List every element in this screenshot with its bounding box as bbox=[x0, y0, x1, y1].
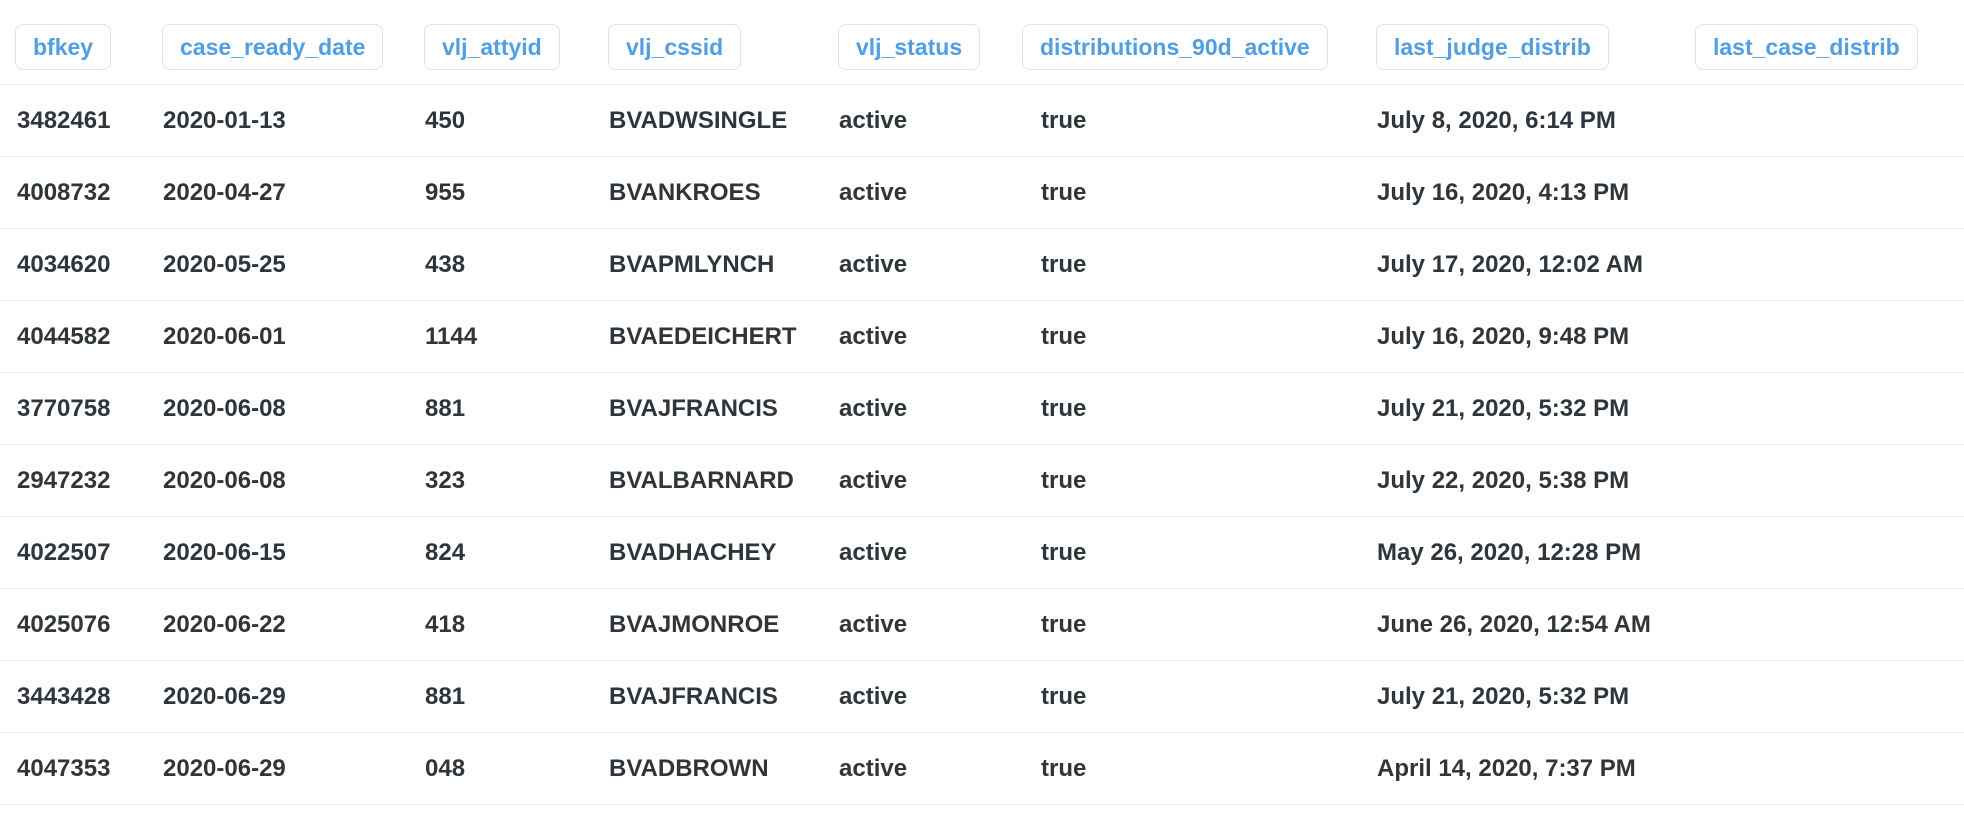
table-cell-case-ready-date: 2020-06-29 bbox=[163, 755, 286, 782]
table-cell-case-ready-date: 2020-06-08 bbox=[163, 467, 286, 494]
table-row[interactable]: 3482461 2020-01-13 450 BVADWSINGLE active tru… bbox=[0, 85, 1964, 157]
table-cell-distributions-90d-active: true bbox=[1041, 683, 1087, 710]
table-row[interactable]: 4025076 2020-06-22 418 BVAJMONROE active true… bbox=[0, 589, 1964, 661]
column-header-last-case-distrib[interactable]: last_case_distrib bbox=[1695, 24, 1918, 70]
table-cell-vlj-attyid: 450 bbox=[425, 107, 466, 134]
table-cell-vlj-status: active bbox=[839, 395, 908, 422]
table-header: bfkey case_ready_date vlj_attyid vlj_css… bbox=[0, 0, 1964, 85]
table-cell-vlj-cssid: BVADWSINGLE bbox=[609, 107, 788, 134]
table-cell-vlj-status: active bbox=[839, 179, 908, 206]
table-cell-vlj-cssid: BVALBARNARD bbox=[609, 467, 794, 494]
table-cell-vlj-attyid: 323 bbox=[425, 467, 466, 494]
table-cell-case-ready-date: 2020-05-25 bbox=[163, 251, 286, 278]
table-cell-vlj-attyid: 824 bbox=[425, 539, 466, 566]
table-cell-case-ready-date: 2020-04-27 bbox=[163, 179, 286, 206]
table-row[interactable]: 3443428 2020-06-29 881 BVAJFRANCIS active tru… bbox=[0, 661, 1964, 733]
table-cell-distributions-90d-active: true bbox=[1041, 755, 1087, 782]
table-cell-vlj-cssid: BVAEDEICHERT bbox=[609, 323, 797, 350]
table-cell-distributions-90d-active: true bbox=[1041, 323, 1087, 350]
table-row[interactable]: 4008732 2020-04-27 955 BVANKROES active true J… bbox=[0, 157, 1964, 229]
table-cell-distributions-90d-active: true bbox=[1041, 539, 1087, 566]
table-row[interactable]: 3770758 2020-06-08 881 BVAJFRANCIS active tru… bbox=[0, 373, 1964, 445]
table-cell-vlj-status: active bbox=[839, 611, 908, 638]
table-body: 3482461 2020-01-13 450 BVADWSINGLE active tru… bbox=[0, 85, 1964, 805]
table-cell-vlj-attyid: 418 bbox=[425, 611, 466, 638]
table-cell-vlj-attyid: 1144 bbox=[425, 323, 478, 350]
table-cell-last-judge-distrib: June 26, 2020, 12:54 AM bbox=[1377, 611, 1651, 638]
table-cell-bfkey: 4008732 bbox=[17, 179, 111, 206]
table-cell-last-judge-distrib: July 8, 2020, 6:14 PM bbox=[1377, 107, 1616, 134]
table-row[interactable]: 4022507 2020-06-15 824 BVADHACHEY active true… bbox=[0, 517, 1964, 589]
table-cell-case-ready-date: 2020-06-29 bbox=[163, 683, 286, 710]
table-cell-vlj-status: active bbox=[839, 755, 908, 782]
table-row[interactable]: 4044582 2020-06-01 1144 BVAEDEICHERT active t… bbox=[0, 301, 1964, 373]
table-cell-bfkey: 4044582 bbox=[17, 323, 111, 350]
table-cell-vlj-cssid: BVAJFRANCIS bbox=[609, 683, 778, 710]
table-cell-bfkey: 4034620 bbox=[17, 251, 111, 278]
table-cell-case-ready-date: 2020-01-13 bbox=[163, 107, 286, 134]
table-cell-vlj-attyid: 048 bbox=[425, 755, 466, 782]
table-cell-vlj-cssid: BVAJFRANCIS bbox=[609, 395, 778, 422]
column-header-vlj-attyid[interactable]: vlj_attyid bbox=[424, 24, 560, 70]
column-header-vlj-status[interactable]: vlj_status bbox=[838, 24, 981, 70]
table-cell-case-ready-date: 2020-06-01 bbox=[163, 323, 286, 350]
table-cell-case-ready-date: 2020-06-22 bbox=[163, 611, 286, 638]
table-cell-vlj-cssid: BVADBROWN bbox=[609, 755, 769, 782]
table-cell-last-judge-distrib: July 16, 2020, 9:48 PM bbox=[1377, 323, 1630, 350]
table-cell-vlj-attyid: 438 bbox=[425, 251, 466, 278]
column-header-vlj-cssid[interactable]: vlj_cssid bbox=[608, 24, 742, 70]
table-cell-last-judge-distrib: July 21, 2020, 5:32 PM bbox=[1377, 683, 1630, 710]
table-cell-bfkey: 2947232 bbox=[17, 467, 111, 494]
table-cell-vlj-attyid: 955 bbox=[425, 179, 466, 206]
column-header-case-ready-date[interactable]: case_ready_date bbox=[162, 24, 384, 70]
table-cell-last-judge-distrib: May 26, 2020, 12:28 PM bbox=[1377, 539, 1642, 566]
table-cell-last-judge-distrib: July 22, 2020, 5:38 PM bbox=[1377, 467, 1630, 494]
results-table: bfkey case_ready_date vlj_attyid vlj_css… bbox=[0, 0, 1964, 818]
table-cell-vlj-cssid: BVANKROES bbox=[609, 179, 761, 206]
table-cell-vlj-status: active bbox=[839, 467, 908, 494]
table-cell-distributions-90d-active: true bbox=[1041, 107, 1087, 134]
table-row[interactable]: 4047353 2020-06-29 048 BVADBROWN active true A… bbox=[0, 733, 1964, 805]
table-row[interactable]: 4034620 2020-05-25 438 BVAPMLYNCH active true… bbox=[0, 229, 1964, 301]
column-header-distributions-90d-active[interactable]: distributions_90d_active bbox=[1022, 24, 1328, 70]
table-cell-distributions-90d-active: true bbox=[1041, 611, 1087, 638]
table-cell-vlj-cssid: BVAJMONROE bbox=[609, 611, 780, 638]
table-cell-vlj-status: active bbox=[839, 323, 908, 350]
table-cell-distributions-90d-active: true bbox=[1041, 251, 1087, 278]
column-header-last-judge-distrib[interactable]: last_judge_distrib bbox=[1376, 24, 1609, 70]
table-cell-vlj-status: active bbox=[839, 107, 908, 134]
table-cell-last-judge-distrib: July 21, 2020, 5:32 PM bbox=[1377, 395, 1630, 422]
table-cell-distributions-90d-active: true bbox=[1041, 179, 1087, 206]
table-cell-last-judge-distrib: July 16, 2020, 4:13 PM bbox=[1377, 179, 1630, 206]
table-cell-vlj-attyid: 881 bbox=[425, 683, 466, 710]
table-cell-vlj-status: active bbox=[839, 251, 908, 278]
table-cell-vlj-attyid: 881 bbox=[425, 395, 466, 422]
table-cell-bfkey: 3443428 bbox=[17, 683, 111, 710]
table-cell-last-judge-distrib: July 17, 2020, 12:02 AM bbox=[1377, 251, 1643, 278]
table-cell-case-ready-date: 2020-06-15 bbox=[163, 539, 286, 566]
column-header-bfkey[interactable]: bfkey bbox=[15, 24, 112, 70]
table-cell-bfkey: 3770758 bbox=[17, 395, 111, 422]
table-row[interactable]: 2947232 2020-06-08 323 BVALBARNARD active tru… bbox=[0, 445, 1964, 517]
table-cell-vlj-status: active bbox=[839, 539, 908, 566]
table-cell-distributions-90d-active: true bbox=[1041, 467, 1087, 494]
table-cell-last-judge-distrib: April 14, 2020, 7:37 PM bbox=[1377, 755, 1636, 782]
table-cell-case-ready-date: 2020-06-08 bbox=[163, 395, 286, 422]
table-cell-bfkey: 4025076 bbox=[17, 611, 111, 638]
table-cell-vlj-cssid: BVAPMLYNCH bbox=[609, 251, 775, 278]
table-cell-vlj-cssid: BVADHACHEY bbox=[609, 539, 777, 566]
table-cell-distributions-90d-active: true bbox=[1041, 395, 1087, 422]
table-cell-bfkey: 4022507 bbox=[17, 539, 111, 566]
table-cell-bfkey: 4047353 bbox=[17, 755, 111, 782]
table-cell-bfkey: 3482461 bbox=[17, 107, 111, 134]
table-cell-vlj-status: active bbox=[839, 683, 908, 710]
